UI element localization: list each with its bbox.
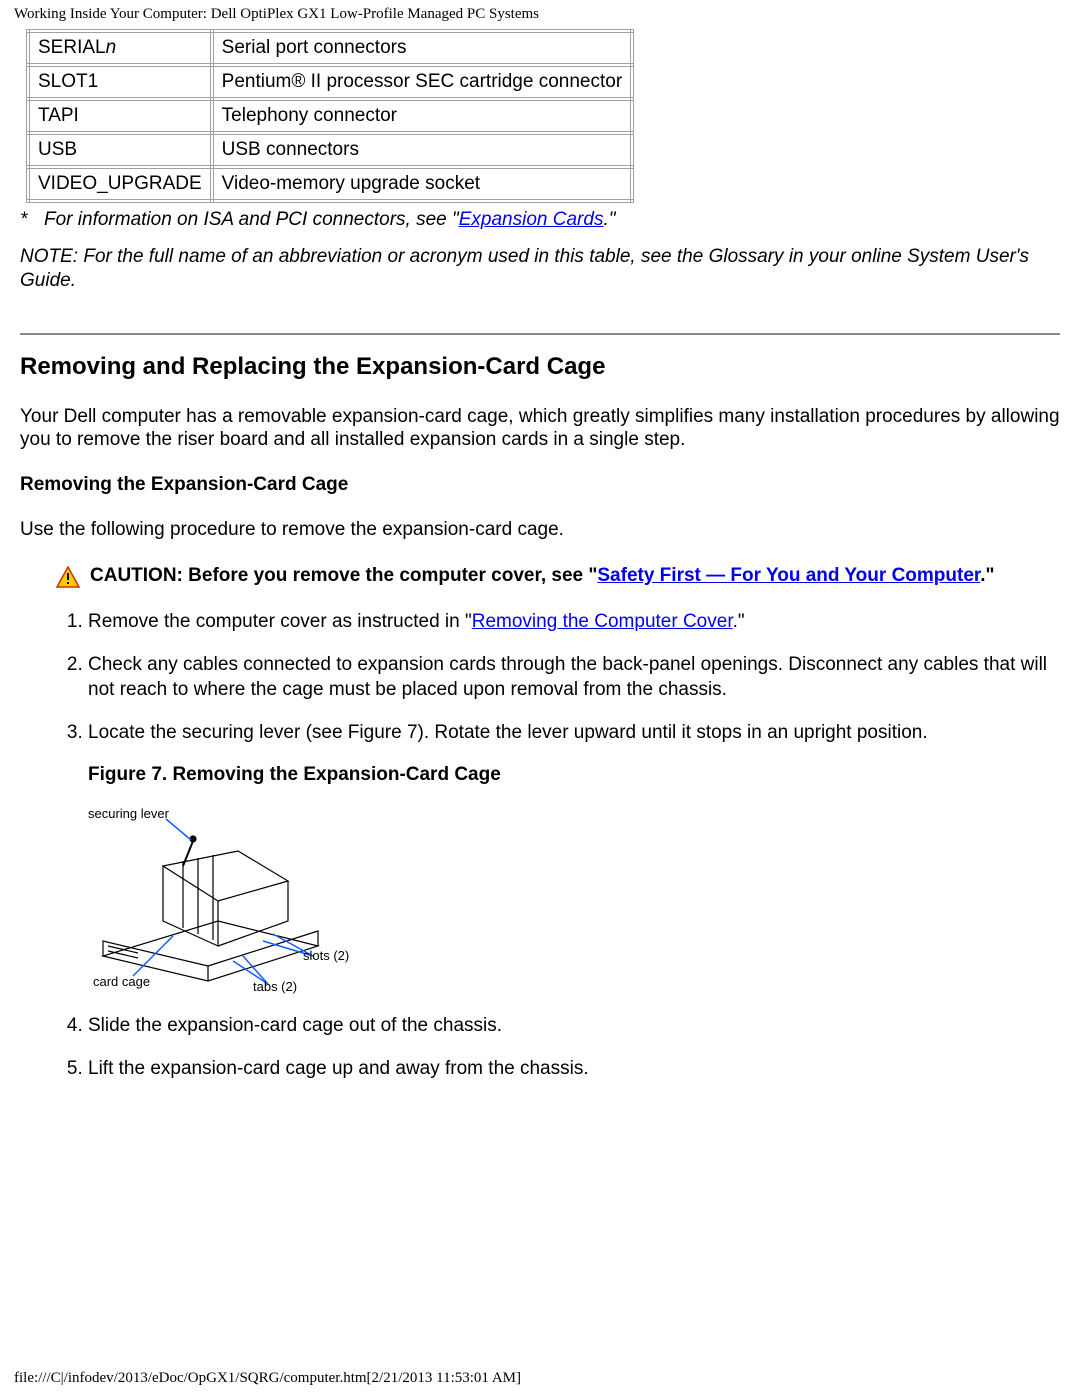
step-item: Slide the expansion-card cage out of the… xyxy=(88,1014,1060,1039)
subsection-title: Removing the Expansion-Card Cage xyxy=(20,474,1060,496)
caution-text: CAUTION: Before you remove the computer … xyxy=(90,564,1060,589)
footnote-star: * xyxy=(20,209,34,231)
fig-label-securing-lever: securing lever xyxy=(88,806,169,823)
table-cell-desc: Pentium® II processor SEC cartridge conn… xyxy=(212,65,633,99)
table-row: USB USB connectors xyxy=(28,133,632,167)
caution-before: CAUTION: Before you remove the computer … xyxy=(90,565,597,586)
connector-table: SERIALn Serial port connectors SLOT1 Pen… xyxy=(26,29,634,203)
footer-file-path: file:///C|/infodev/2013/eDoc/OpGX1/SQRG/… xyxy=(14,1370,521,1387)
fig-label-slots: slots (2) xyxy=(303,948,349,965)
table-cell-label: TAPI xyxy=(28,99,212,133)
table-cell-desc: Serial port connectors xyxy=(212,31,633,65)
footnote-before: For information on ISA and PCI connector… xyxy=(44,209,459,230)
footnote-after: ." xyxy=(603,209,615,230)
table-cell-label: VIDEO_UPGRADE xyxy=(28,167,212,201)
step1-after: ." xyxy=(733,611,745,632)
caution-icon xyxy=(56,566,80,588)
expansion-cards-link[interactable]: Expansion Cards xyxy=(459,209,604,230)
section-title: Removing and Replacing the Expansion-Car… xyxy=(20,353,1060,381)
step-item: Lift the expansion-card cage up and away… xyxy=(88,1057,1060,1082)
label-suffix-italic: n xyxy=(106,37,117,58)
table-footnote: * For information on ISA and PCI connect… xyxy=(20,209,1060,231)
table-row: VIDEO_UPGRADE Video-memory upgrade socke… xyxy=(28,167,632,201)
figure-svg xyxy=(88,806,348,996)
table-cell-desc: USB connectors xyxy=(212,133,633,167)
label-prefix: SERIAL xyxy=(38,37,106,58)
figure-caption: Figure 7. Removing the Expansion-Card Ca… xyxy=(88,763,1060,788)
fig-label-card-cage: card cage xyxy=(93,974,150,991)
step-item: Remove the computer cover as instructed … xyxy=(88,610,1060,635)
glossary-note: NOTE: For the full name of an abbreviati… xyxy=(20,245,1060,293)
steps-list: Remove the computer cover as instructed … xyxy=(54,610,1060,1081)
step-item: Locate the securing lever (see Figure 7)… xyxy=(88,721,1060,996)
caution-block: CAUTION: Before you remove the computer … xyxy=(20,564,1060,589)
step3-text: Locate the securing lever (see Figure 7)… xyxy=(88,721,1060,746)
step-item: Check any cables connected to expansion … xyxy=(88,653,1060,702)
fig-label-tabs: tabs (2) xyxy=(253,979,297,996)
step1-before: Remove the computer cover as instructed … xyxy=(88,611,472,632)
removing-cover-link[interactable]: Removing the Computer Cover xyxy=(472,611,733,632)
section-divider xyxy=(20,333,1060,335)
intro-paragraph: Your Dell computer has a removable expan… xyxy=(20,405,1060,453)
subsection-intro: Use the following procedure to remove th… xyxy=(20,518,1060,542)
table-cell-desc: Video-memory upgrade socket xyxy=(212,167,633,201)
table-cell-desc: Telephony connector xyxy=(212,99,633,133)
page-header-path: Working Inside Your Computer: Dell OptiP… xyxy=(14,6,1066,23)
safety-first-link[interactable]: Safety First — For You and Your Computer xyxy=(597,565,980,586)
table-row: TAPI Telephony connector xyxy=(28,99,632,133)
footnote-text: For information on ISA and PCI connector… xyxy=(44,209,1060,231)
table-row: SERIALn Serial port connectors xyxy=(28,31,632,65)
table-cell-label: SERIALn xyxy=(28,31,212,65)
table-row: SLOT1 Pentium® II processor SEC cartridg… xyxy=(28,65,632,99)
figure-7-diagram: securing lever card cage slots (2) tabs … xyxy=(88,806,348,996)
table-cell-label: SLOT1 xyxy=(28,65,212,99)
table-cell-label: USB xyxy=(28,133,212,167)
caution-after: ." xyxy=(980,565,994,586)
